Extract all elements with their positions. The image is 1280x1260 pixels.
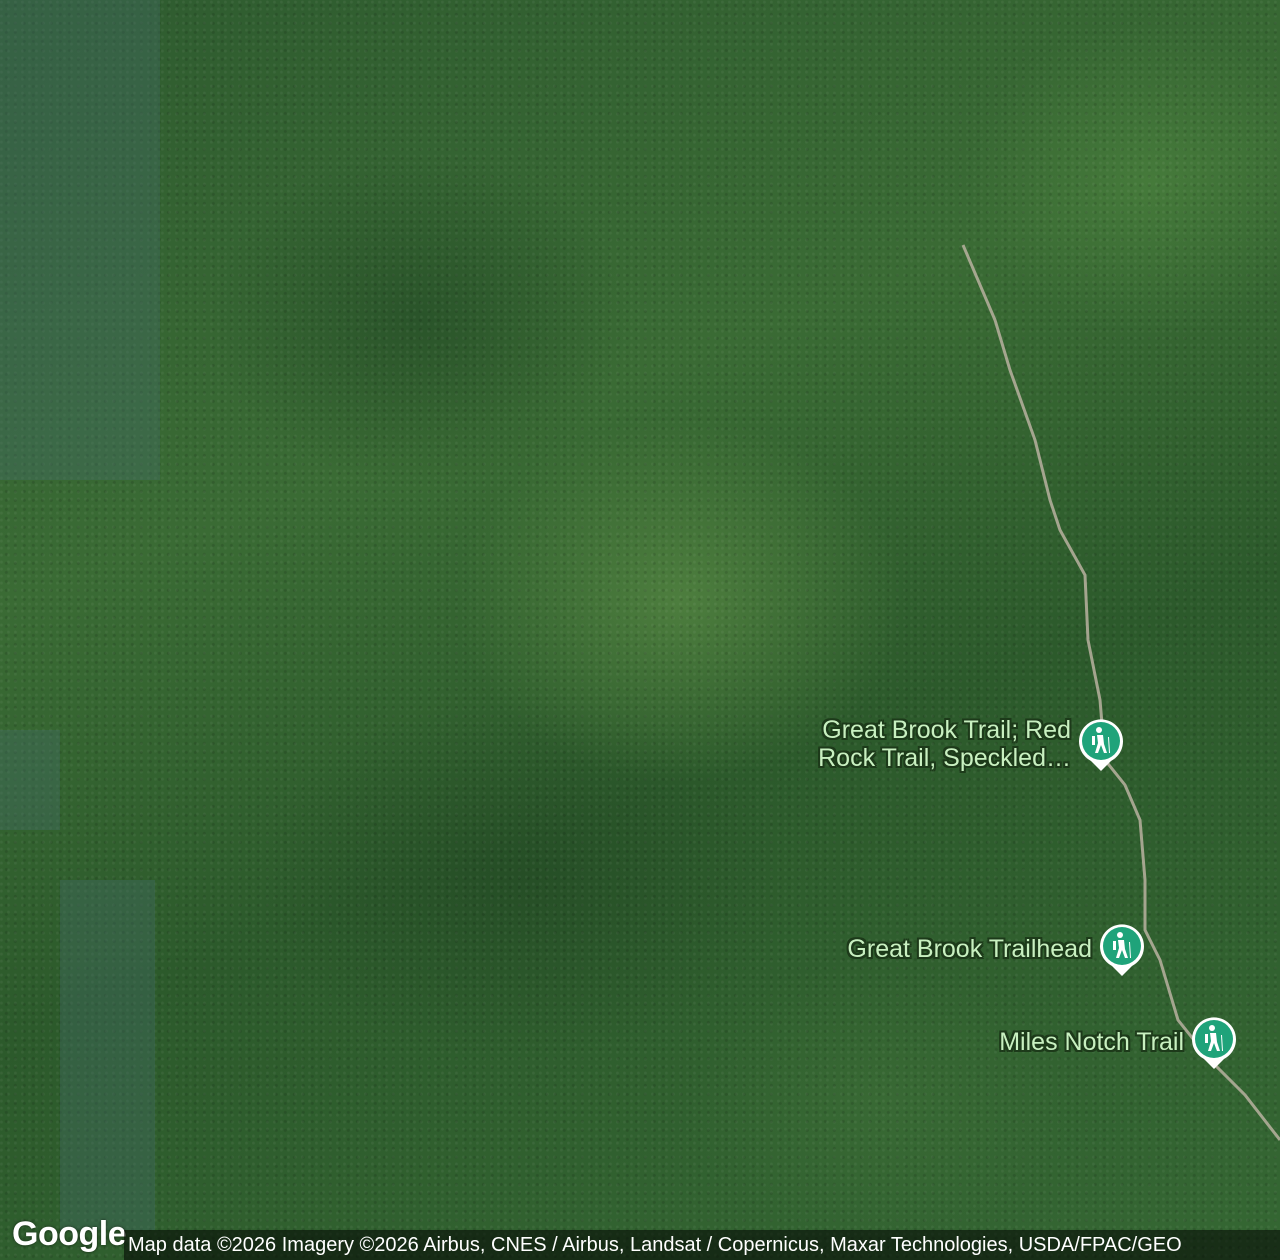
marker-label: Great Brook Trail; Red Rock Trail, Speck… <box>818 716 1071 772</box>
satellite-map[interactable]: Great Brook Trail; Red Rock Trail, Speck… <box>0 0 1280 1260</box>
attribution-bar: Map data ©2026 Imagery ©2026 Airbus, CNE… <box>124 1230 1280 1260</box>
trail-marker[interactable]: Great Brook Trailhead <box>847 922 1146 976</box>
trail-marker[interactable]: Miles Notch Trail <box>999 1015 1238 1069</box>
hiker-icon[interactable] <box>1190 1015 1238 1069</box>
trail-marker[interactable]: Great Brook Trail; Red Rock Trail, Speck… <box>791 716 1125 772</box>
hiker-icon[interactable] <box>1077 717 1125 771</box>
marker-label: Great Brook Trailhead <box>847 935 1092 963</box>
hiker-icon[interactable] <box>1098 922 1146 976</box>
trail-path <box>961 244 1280 1141</box>
marker-label: Miles Notch Trail <box>999 1028 1184 1056</box>
google-logo: Google <box>12 1215 127 1253</box>
attribution-text[interactable]: Map data ©2026 Imagery ©2026 Airbus, CNE… <box>128 1234 1182 1257</box>
